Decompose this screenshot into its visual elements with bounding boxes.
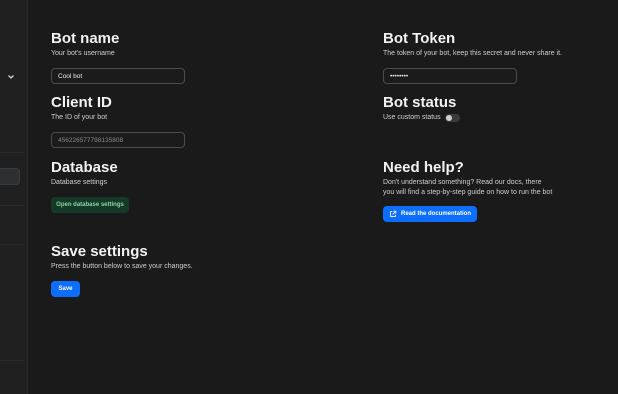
open-database-settings-button[interactable]: Open database settings: [51, 197, 129, 213]
save-subtitle: Press the button below to save your chan…: [51, 263, 193, 270]
bot-token-title: Bot Token: [383, 30, 456, 47]
chevron-down-icon[interactable]: [6, 67, 16, 79]
bot-token-input[interactable]: [383, 68, 517, 84]
external-link-icon: [390, 210, 397, 217]
help-section: Need help? Don't understand something? R…: [383, 159, 553, 222]
toggle-knob: [445, 115, 452, 121]
sidebar-divider: [0, 205, 24, 206]
client-id-subtitle: The ID of your bot: [51, 114, 108, 121]
sidebar-divider: [0, 152, 24, 153]
bot-token-section: Bot Token The token of your bot, keep th…: [383, 30, 562, 84]
help-title: Need help?: [383, 159, 464, 176]
bot-status-section: Bot status Use custom status: [383, 94, 460, 123]
read-documentation-label: Read the documentation: [400, 211, 471, 217]
bot-name-section: Bot name Your bot's username: [51, 30, 185, 84]
client-id-input[interactable]: [51, 132, 185, 148]
sidebar-item-active[interactable]: [0, 168, 20, 185]
database-section: Database Database settings Open database…: [51, 159, 129, 213]
bot-name-subtitle: Your bot's username: [51, 50, 115, 57]
sidebar-divider: [0, 244, 24, 245]
bot-name-input[interactable]: [51, 68, 185, 84]
help-text: Don't understand something? Read our doc…: [383, 179, 553, 196]
client-id-section: Client ID The ID of your bot: [51, 94, 185, 148]
bot-name-title: Bot name: [51, 30, 120, 47]
custom-status-label: Use custom status: [383, 114, 441, 121]
sidebar-divider: [0, 360, 24, 361]
read-documentation-button[interactable]: Read the documentation: [383, 206, 477, 222]
custom-status-toggle[interactable]: [444, 114, 460, 122]
custom-status-row: Use custom status: [383, 113, 460, 123]
bot-token-subtitle: The token of your bot, keep this secret …: [383, 50, 562, 57]
client-id-title: Client ID: [51, 94, 112, 111]
database-subtitle: Database settings: [51, 179, 108, 186]
save-title: Save settings: [51, 243, 148, 260]
save-section: Save settings Press the button below to …: [51, 243, 193, 297]
bot-status-title: Bot status: [383, 94, 457, 111]
sidebar: [0, 0, 28, 394]
save-button[interactable]: Save: [51, 281, 80, 297]
database-title: Database: [51, 159, 118, 176]
